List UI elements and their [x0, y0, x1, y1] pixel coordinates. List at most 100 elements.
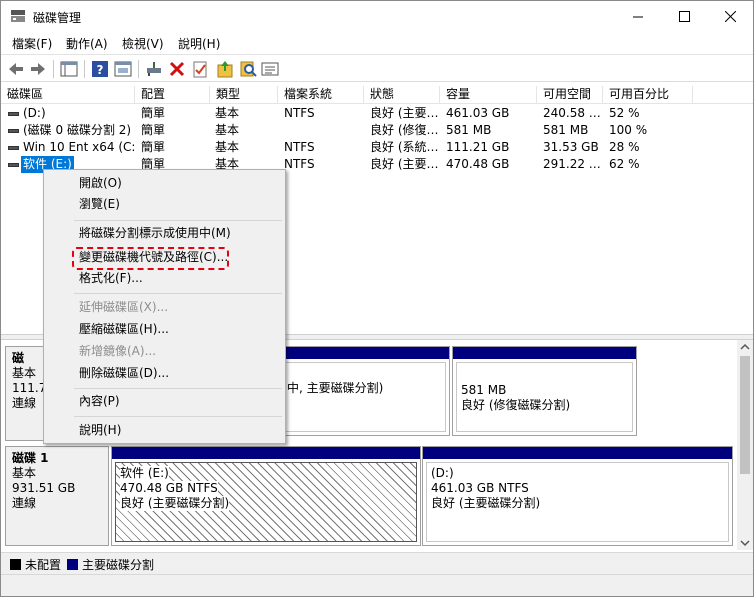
ctx-shrink-volume[interactable]: 壓縮磁碟區(H)...	[79, 319, 169, 339]
ctx-properties[interactable]: 內容(P)	[79, 391, 120, 411]
legend-primary-swatch	[67, 559, 78, 570]
column-header-filesystem[interactable]: 檔案系統	[278, 86, 364, 104]
volume-status: 良好 (修復…	[370, 123, 439, 137]
volume-status: 良好 (主要…	[370, 106, 439, 120]
volume-filesystem: NTFS	[284, 140, 315, 154]
legend-bar: 未配置 主要磁碟分割	[1, 552, 753, 574]
volume-free-percent: 52 %	[609, 106, 640, 120]
volume-capacity: 581 MB	[446, 123, 492, 137]
column-header-free-percent[interactable]: 可用百分比	[603, 86, 693, 104]
properties-icon[interactable]	[190, 59, 210, 79]
column-header-type[interactable]: 類型	[210, 86, 278, 104]
ctx-explore[interactable]: 瀏覽(E)	[79, 194, 120, 214]
volume-free-percent: 100 %	[609, 123, 648, 137]
volume-icon	[8, 163, 19, 167]
volume-capacity: 111.21 GB	[446, 140, 510, 154]
vertical-scrollbar[interactable]	[737, 340, 753, 550]
highlight-annotation	[72, 247, 229, 270]
window-title: 磁碟管理	[33, 11, 82, 25]
volume-row[interactable]: Win 10 Ent x64 (C:) 簡單 基本 NTFS 良好 (系統… 1…	[1, 139, 753, 156]
legend-unallocated-label: 未配置	[25, 558, 62, 572]
volume-type: 基本	[215, 140, 240, 154]
ctx-delete-volume[interactable]: 刪除磁碟區(D)...	[79, 363, 169, 383]
volume-free-space: 31.53 GB	[543, 140, 599, 154]
disk-1-label[interactable]: 磁碟 1 基本 931.51 GB 連線	[5, 446, 109, 546]
disk-type: 基本	[12, 466, 37, 480]
menu-bar: 檔案(F) 動作(A) 檢視(V) 說明(H)	[1, 32, 753, 54]
volume-free-space: 240.58 …	[543, 106, 601, 120]
volume-layout: 簡單	[141, 123, 166, 137]
menu-view[interactable]: 檢視(V)	[122, 35, 164, 52]
volume-filesystem: NTFS	[284, 106, 315, 120]
partition-d[interactable]: (D:) 461.03 GB NTFS 良好 (主要磁碟分割)	[422, 446, 733, 546]
list-view-icon[interactable]	[260, 59, 280, 79]
ctx-add-mirror[interactable]: 新增鏡像(A)...	[79, 341, 156, 361]
connect-disk-icon[interactable]	[144, 59, 164, 79]
volume-type: 基本	[215, 106, 240, 120]
ctx-separator	[74, 220, 282, 221]
help-icon[interactable]: ?	[90, 59, 110, 79]
partition-line2: 良好 (修復磁碟分割)	[461, 398, 571, 412]
scroll-down-icon[interactable]	[740, 539, 750, 547]
partition-recovery[interactable]: 581 MB 良好 (修復磁碟分割)	[452, 346, 637, 436]
column-header-capacity[interactable]: 容量	[440, 86, 537, 104]
title-bar: 磁碟管理	[1, 1, 753, 32]
volume-type: 基本	[215, 123, 240, 137]
context-menu: 開啟(O) 瀏覽(E) 將磁碟分割標示成使用中(M) 變更磁碟機代號及路徑(C)…	[43, 169, 286, 444]
column-header-status[interactable]: 狀態	[364, 86, 440, 104]
maximize-icon	[678, 11, 690, 22]
volume-free-space: 291.22 …	[543, 157, 601, 171]
disk-name: 磁碟 1	[12, 451, 49, 465]
close-button[interactable]	[707, 1, 753, 32]
list-header: 磁碟區 配置 類型 檔案系統 狀態 容量 可用空間 可用百分比	[1, 86, 753, 104]
legend-unallocated-swatch	[10, 559, 21, 570]
back-icon[interactable]	[6, 59, 26, 79]
disk-management-window: 磁碟管理 檔案(F) 動作(A) 檢視(V) 說明(H) ? 磁碟區 配置 類型…	[0, 0, 754, 597]
ctx-extend-volume[interactable]: 延伸磁碟區(X)...	[79, 297, 168, 317]
volume-free-space: 581 MB	[543, 123, 589, 137]
partition-body: (D:) 461.03 GB NTFS 良好 (主要磁碟分割)	[426, 462, 729, 542]
partition-line2: 良好 (主要磁碟分割)	[120, 496, 230, 511]
minimize-icon	[632, 16, 643, 18]
status-bar	[1, 574, 753, 596]
volume-row[interactable]: (磁碟 0 磁碟分割 2) 簡單 基本 良好 (修復… 581 MB 581 M…	[1, 122, 753, 139]
menu-file[interactable]: 檔案(F)	[12, 35, 52, 52]
svg-text:?: ?	[97, 63, 104, 77]
delete-icon[interactable]	[167, 59, 187, 79]
menu-help[interactable]: 說明(H)	[178, 35, 220, 52]
ctx-help[interactable]: 說明(H)	[79, 420, 121, 440]
volume-row[interactable]: (D:) 簡單 基本 NTFS 良好 (主要… 461.03 GB 240.58…	[1, 105, 753, 122]
ctx-mark-active[interactable]: 將磁碟分割標示成使用中(M)	[79, 223, 231, 243]
search-icon[interactable]	[238, 59, 258, 79]
maximize-button[interactable]	[661, 1, 707, 32]
forward-icon[interactable]	[28, 59, 48, 79]
partition-title: (D:)	[431, 466, 454, 480]
disk-size: 931.51 GB	[12, 481, 76, 495]
disk-status: 連線	[12, 496, 37, 510]
volume-filesystem: NTFS	[284, 157, 315, 171]
ctx-separator	[74, 293, 282, 294]
scrollbar-thumb[interactable]	[740, 356, 750, 474]
ctx-open[interactable]: 開啟(O)	[79, 173, 122, 193]
legend-primary-label: 主要磁碟分割	[82, 558, 155, 572]
primary-partition-bar	[453, 347, 636, 359]
show-hide-tree-icon[interactable]	[59, 59, 79, 79]
volume-status: 良好 (主要…	[370, 157, 439, 171]
column-header-free-space[interactable]: 可用空間	[537, 86, 603, 104]
console-view-icon[interactable]	[113, 59, 133, 79]
partition-e-selected[interactable]: 软件 (E:) 470.48 GB NTFS 良好 (主要磁碟分割)	[111, 446, 421, 546]
close-icon	[724, 11, 736, 22]
volume-icon	[8, 112, 19, 116]
primary-partition-bar	[423, 447, 732, 459]
partition-line1: 461.03 GB NTFS	[431, 481, 529, 495]
column-header-volume[interactable]: 磁碟區	[1, 86, 135, 104]
scroll-up-icon[interactable]	[740, 343, 750, 351]
volume-capacity: 461.03 GB	[446, 106, 510, 120]
minimize-button[interactable]	[615, 1, 661, 32]
import-icon[interactable]	[215, 59, 235, 79]
disk-management-app-icon	[11, 10, 25, 22]
column-header-layout[interactable]: 配置	[135, 86, 210, 104]
menu-action[interactable]: 動作(A)	[66, 35, 108, 52]
partition-title: 软件 (E:)	[120, 466, 169, 481]
ctx-format[interactable]: 格式化(F)...	[79, 268, 143, 288]
